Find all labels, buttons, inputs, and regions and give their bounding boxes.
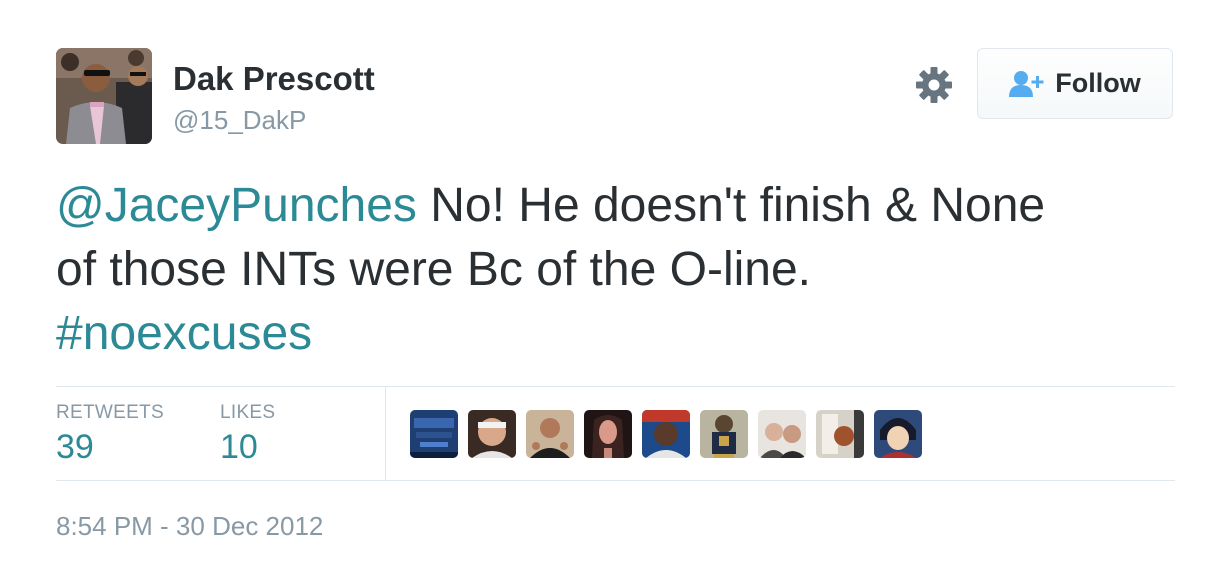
- divider: [56, 480, 1175, 481]
- tweet-text: @JaceyPunches No! He doesn't finish & No…: [56, 174, 1186, 366]
- display-name[interactable]: Dak Prescott: [173, 60, 375, 98]
- retweets-label: RETWEETS: [56, 402, 164, 423]
- liker-avatar[interactable]: [642, 410, 690, 458]
- gear-icon[interactable]: [915, 66, 953, 104]
- tweet-text-line1: No! He doesn't finish & None: [416, 179, 1046, 232]
- stats-separator: [385, 386, 386, 480]
- liker-avatar[interactable]: [410, 410, 458, 458]
- liker-avatar[interactable]: [584, 410, 632, 458]
- divider: [56, 386, 1175, 387]
- follow-button[interactable]: Follow: [977, 48, 1173, 119]
- add-user-icon: [1009, 70, 1045, 98]
- follow-button-label: Follow: [1055, 68, 1141, 98]
- liker-avatar[interactable]: [526, 410, 574, 458]
- user-handle[interactable]: @15_DakP: [173, 105, 306, 136]
- avatar[interactable]: [56, 48, 152, 144]
- liker-avatar[interactable]: [758, 410, 806, 458]
- liker-avatar[interactable]: [468, 410, 516, 458]
- likes-label: LIKES: [220, 402, 276, 423]
- liker-avatar[interactable]: [816, 410, 864, 458]
- tweet-text-line2: of those INTs were Bc of the O-line.: [56, 243, 811, 296]
- hashtag-link[interactable]: #noexcuses: [56, 307, 312, 360]
- liker-avatar[interactable]: [874, 410, 922, 458]
- retweets-count[interactable]: 39: [56, 428, 94, 467]
- liker-avatar[interactable]: [700, 410, 748, 458]
- likes-count[interactable]: 10: [220, 428, 258, 467]
- tweet-timestamp[interactable]: 8:54 PM - 30 Dec 2012: [56, 511, 323, 542]
- mention-link[interactable]: @JaceyPunches: [56, 179, 417, 232]
